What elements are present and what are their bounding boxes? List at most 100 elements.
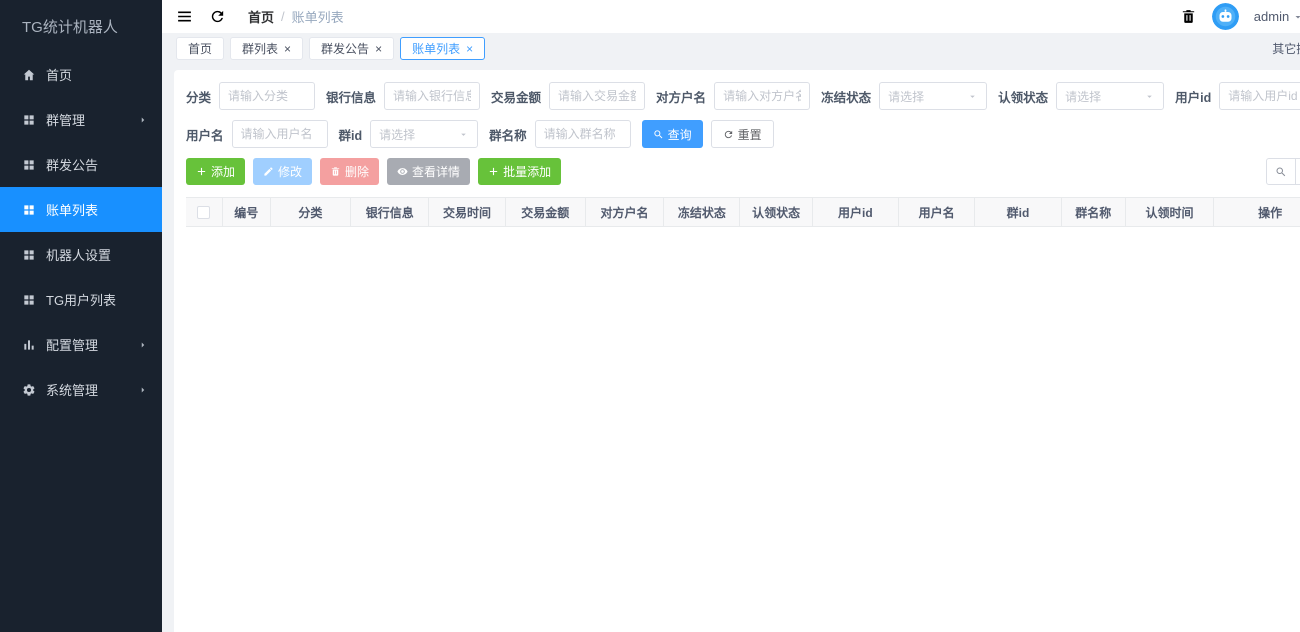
sidebar-item-系统管理[interactable]: 系统管理: [0, 367, 162, 412]
main-area: 首页 / 账单列表 admin 首页 群列表 × 群发公告 × 账单列表 × 其…: [162, 0, 1300, 632]
chevron-down-icon: [1144, 91, 1155, 102]
sidebar-item-label: 首页: [46, 68, 73, 83]
filter-label: 分类: [186, 90, 212, 105]
other-actions-label: 其它操作: [1272, 42, 1300, 56]
sidebar-item-群发公告[interactable]: 群发公告: [0, 142, 162, 187]
tab-首页[interactable]: 首页: [176, 37, 225, 60]
认领状态-select[interactable]: 请选择: [1056, 82, 1165, 110]
header-cell-对方户名: 对方户名: [584, 197, 665, 227]
filter-label: 认领状态: [998, 90, 1049, 105]
select-placeholder: 请选择: [888, 89, 925, 104]
sidebar-item-配置管理[interactable]: 配置管理: [0, 322, 162, 367]
query-button[interactable]: 查询: [641, 120, 703, 148]
select-all-checkbox[interactable]: [197, 206, 211, 220]
user-menu[interactable]: admin: [1254, 9, 1300, 24]
filter-form: 分类银行信息交易金额对方户名冻结状态请选择认领状态请选择用户id用户名群id请选…: [186, 82, 1300, 148]
filter-item-群名称: 群名称: [489, 120, 631, 148]
toolbar-button-label: 批量添加: [503, 165, 552, 179]
sidebar-item-群管理[interactable]: 群管理: [0, 97, 162, 142]
filter-label: 对方户名: [656, 90, 707, 105]
grid-icon: [22, 293, 36, 307]
reset-button[interactable]: 重置: [710, 120, 774, 148]
filter-row: 分类 银行信息 交易金额 对方户名 冻结状态 请选择 认领状态 请选择 用户id: [186, 82, 1300, 110]
批量添加-button[interactable]: 批量添加: [478, 158, 562, 185]
grid-icon: [22, 113, 36, 127]
tab-close-icon[interactable]: ×: [284, 43, 291, 55]
filter-item-交易金额: 交易金额: [491, 82, 646, 110]
header-cell-银行信息: 银行信息: [350, 197, 430, 227]
trash-icon[interactable]: [1180, 8, 1197, 25]
tab-label: 群列表: [242, 42, 279, 56]
sidebar-nav: 首页群管理 群发公告 账单列表 机器人设置 TG用户列表配置管理系统管理: [0, 52, 162, 412]
breadcrumb-separator: /: [281, 9, 285, 24]
tab-close-icon[interactable]: ×: [375, 43, 382, 55]
breadcrumb-home[interactable]: 首页: [248, 7, 274, 26]
添加-button[interactable]: 添加: [186, 158, 246, 185]
header-cell-交易时间: 交易时间: [428, 197, 506, 227]
群名称-input[interactable]: [534, 120, 631, 148]
用户id-input[interactable]: [1219, 82, 1300, 110]
table-search-button[interactable]: [1266, 158, 1297, 185]
filter-item-冻结状态: 冻结状态 请选择: [821, 82, 988, 110]
topbar-left: 首页 / 账单列表: [176, 7, 344, 26]
sidebar-item-账单列表[interactable]: 账单列表: [0, 187, 162, 232]
other-actions-dropdown[interactable]: 其它操作: [1272, 40, 1300, 57]
sidebar-item-TG用户列表[interactable]: TG用户列表: [0, 277, 162, 322]
查看详情-button[interactable]: 查看详情: [387, 158, 471, 185]
tab-账单列表[interactable]: 账单列表 ×: [400, 37, 486, 60]
header-cell-用户id: 用户id: [811, 197, 900, 227]
header-cell-认领时间: 认领时间: [1124, 197, 1215, 227]
银行信息-input[interactable]: [384, 82, 481, 110]
header-cell-操作: 操作: [1213, 197, 1300, 227]
reset-button-label: 重置: [737, 127, 762, 142]
filter-label: 群名称: [489, 128, 527, 143]
toolbar-button-label: 添加: [211, 165, 236, 179]
filter-row: 用户名 群id 请选择 群名称 查询 重置: [186, 120, 1300, 148]
grid-icon: [22, 158, 36, 172]
tabs: 首页 群列表 × 群发公告 × 账单列表 ×: [176, 37, 486, 60]
table-refresh-button[interactable]: [1296, 158, 1300, 185]
edit-icon: [263, 166, 274, 177]
grid-icon: [22, 203, 36, 217]
refresh-icon[interactable]: [209, 8, 226, 25]
toolbar-button-label: 修改: [278, 165, 303, 179]
tab-群列表[interactable]: 群列表 ×: [230, 37, 304, 60]
filter-item-对方户名: 对方户名: [656, 82, 811, 110]
分类-input[interactable]: [219, 82, 316, 110]
tab-close-icon[interactable]: ×: [466, 43, 473, 55]
filter-label: 群id: [338, 128, 363, 143]
sidebar-item-首页[interactable]: 首页: [0, 52, 162, 97]
search-icon: [1275, 166, 1287, 178]
plus-icon: [488, 166, 499, 177]
filter-item-群id: 群id 请选择: [339, 120, 479, 148]
冻结状态-select[interactable]: 请选择: [879, 82, 988, 110]
filter-item-银行信息: 银行信息: [326, 82, 481, 110]
tab-群发公告[interactable]: 群发公告 ×: [309, 37, 395, 60]
toolbar-button-label: 查看详情: [412, 165, 461, 179]
交易金额-input[interactable]: [549, 82, 646, 110]
sidebar: TG统计机器人 首页 群管理 群发公告 账单列表 机器人设置 TG用户列表 配置管理 系统管理: [0, 0, 162, 632]
select-placeholder: 请选择: [1065, 89, 1102, 104]
sidebar-item-label: 系统管理: [46, 383, 99, 398]
sidebar-item-机器人设置[interactable]: 机器人设置: [0, 232, 162, 277]
caret-right-icon: [138, 340, 148, 350]
eye-icon: [397, 166, 408, 177]
gear-icon: [22, 383, 36, 397]
topbar: 首页 / 账单列表 admin: [162, 0, 1300, 33]
filter-item-用户id: 用户id: [1175, 82, 1300, 110]
对方户名-input[interactable]: [714, 82, 811, 110]
sidebar-item-label: TG用户列表: [46, 293, 117, 308]
header-cell-分类: 分类: [269, 197, 352, 227]
hamburger-icon[interactable]: [176, 8, 193, 25]
修改-button[interactable]: 修改: [253, 158, 313, 185]
用户名-input[interactable]: [231, 120, 328, 148]
filter-item-分类: 分类: [186, 82, 316, 110]
topbar-right: admin: [1180, 3, 1300, 30]
avatar[interactable]: [1211, 3, 1239, 30]
select-placeholder: 请选择: [379, 127, 416, 142]
filter-item-认领状态: 认领状态 请选择: [998, 82, 1165, 110]
群id-select[interactable]: 请选择: [370, 120, 479, 148]
删除-button[interactable]: 删除: [320, 158, 380, 185]
filter-label: 用户名: [186, 128, 224, 143]
breadcrumb-current: 账单列表: [291, 10, 344, 25]
